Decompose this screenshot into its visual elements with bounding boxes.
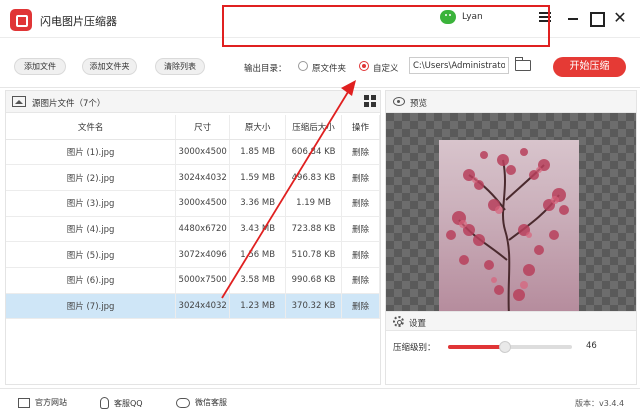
website-label: 官方网站 xyxy=(35,398,67,407)
monitor-icon xyxy=(18,397,30,408)
image-icon xyxy=(12,96,26,107)
original-size-cell: 1.59 MB xyxy=(229,164,287,191)
table-row[interactable]: 图片 (5).jpg 3072x4096 1.56 MB 510.78 KB 删除 xyxy=(6,241,380,268)
original-size-cell: 3.58 MB xyxy=(229,267,287,294)
settings-title: 设置 xyxy=(409,319,427,329)
compressed-size-cell: 1.19 MB xyxy=(285,190,343,217)
delete-button[interactable]: 删除 xyxy=(341,241,380,268)
table-row[interactable]: 图片 (7).jpg 3024x4032 1.23 MB 370.32 KB 删除 xyxy=(6,293,380,320)
close-icon[interactable]: ✕ xyxy=(612,10,628,26)
preview-panel: 预览 设置 压缩级别： 46 xyxy=(385,90,637,385)
file-list-title: 源图片文件（7个） xyxy=(32,99,106,109)
col-header-compressed-size[interactable]: 压缩后大小 xyxy=(285,115,343,140)
settings-header: 设置 xyxy=(386,311,636,331)
dimensions-cell: 3024x4032 xyxy=(175,293,231,320)
add-folder-button[interactable]: 添加文件夹 xyxy=(82,58,137,75)
table-row[interactable]: 图片 (2).jpg 3024x4032 1.59 MB 496.83 KB 删除 xyxy=(6,164,380,191)
output-dir-label: 输出目录： xyxy=(244,64,287,74)
dimensions-cell: 3024x4032 xyxy=(175,164,231,191)
qq-support-link[interactable]: 客服QQ xyxy=(100,397,143,409)
delete-button[interactable]: 删除 xyxy=(341,164,380,191)
start-compress-button[interactable]: 开始压缩 xyxy=(553,57,626,77)
preview-canvas xyxy=(386,113,636,315)
footer: 官方网站 客服QQ 微信客服 版本：v3.4.4 xyxy=(0,388,640,420)
dimensions-cell: 4480x6720 xyxy=(175,216,231,243)
add-file-button[interactable]: 添加文件 xyxy=(14,58,66,75)
preview-image xyxy=(439,140,579,315)
custom-folder-radio[interactable] xyxy=(359,61,369,71)
compressed-size-cell: 496.83 KB xyxy=(285,164,343,191)
eye-icon xyxy=(393,97,405,106)
dimensions-cell: 3072x4096 xyxy=(175,241,231,268)
table-row[interactable]: 图片 (3).jpg 3000x4500 3.36 MB 1.19 MB 删除 xyxy=(6,190,380,217)
file-list-header: 源图片文件（7个） xyxy=(6,91,380,113)
original-size-cell: 3.43 MB xyxy=(229,216,287,243)
qq-label: 客服QQ xyxy=(114,398,143,408)
original-size-cell: 3.36 MB xyxy=(229,190,287,217)
col-header-action: 操作 xyxy=(341,115,380,140)
preview-title: 预览 xyxy=(410,99,428,109)
col-header-original-size[interactable]: 原大小 xyxy=(229,115,287,140)
file-name-cell: 图片 (1).jpg xyxy=(6,139,177,166)
compressed-size-cell: 510.78 KB xyxy=(285,241,343,268)
app-logo-icon xyxy=(10,9,32,31)
annotation-highlight-box xyxy=(222,5,550,47)
cherry-blossom-image xyxy=(446,148,569,315)
compressed-size-cell: 606.84 KB xyxy=(285,139,343,166)
original-size-cell: 1.56 MB xyxy=(229,241,287,268)
minimize-icon[interactable] xyxy=(565,10,581,26)
maximize-icon[interactable] xyxy=(588,10,605,27)
file-name-cell: 图片 (4).jpg xyxy=(6,216,177,243)
file-list-panel: 源图片文件（7个） 文件名 尺寸 原大小 压缩后大小 操作 图片 (1).jpg… xyxy=(5,90,381,385)
table-row[interactable]: 图片 (1).jpg 3000x4500 1.85 MB 606.84 KB 删除 xyxy=(6,139,380,166)
delete-button[interactable]: 删除 xyxy=(341,190,380,217)
file-name-cell: 图片 (2).jpg xyxy=(6,164,177,191)
website-link[interactable]: 官方网站 xyxy=(18,397,67,408)
slider-fill xyxy=(448,345,506,349)
custom-folder-label[interactable]: 自定义 xyxy=(373,62,399,74)
delete-button[interactable]: 删除 xyxy=(341,216,380,243)
dimensions-cell: 3000x4500 xyxy=(175,139,231,166)
compression-level-slider[interactable] xyxy=(448,341,572,353)
delete-button[interactable]: 删除 xyxy=(341,267,380,294)
compressed-size-cell: 723.88 KB xyxy=(285,216,343,243)
version-label: 版本：v3.4.4 xyxy=(575,399,625,408)
wechat-support-link[interactable]: 微信客服 xyxy=(176,397,227,408)
table-row[interactable]: 图片 (6).jpg 5000x7500 3.58 MB 990.68 KB 删除 xyxy=(6,267,380,294)
file-name-cell: 图片 (5).jpg xyxy=(6,241,177,268)
output-path-input[interactable] xyxy=(409,57,509,74)
compressed-size-cell: 990.68 KB xyxy=(285,267,343,294)
delete-button[interactable]: 删除 xyxy=(341,293,380,320)
grid-view-icon[interactable] xyxy=(364,95,376,107)
browse-folder-icon[interactable] xyxy=(515,57,531,71)
col-header-filename[interactable]: 文件名 xyxy=(6,115,177,140)
col-header-dimensions[interactable]: 尺寸 xyxy=(175,115,231,140)
file-name-cell: 图片 (6).jpg xyxy=(6,267,177,294)
table-header-row: 文件名 尺寸 原大小 压缩后大小 操作 xyxy=(6,115,380,140)
gear-icon xyxy=(393,316,404,327)
clear-list-button[interactable]: 清除列表 xyxy=(155,58,205,75)
slider-thumb[interactable] xyxy=(499,341,512,353)
wechat-icon xyxy=(176,397,190,408)
original-folder-label[interactable]: 原文件夹 xyxy=(312,62,346,74)
file-name-cell: 图片 (3).jpg xyxy=(6,190,177,217)
original-size-cell: 1.85 MB xyxy=(229,139,287,166)
dimensions-cell: 5000x7500 xyxy=(175,267,231,294)
original-folder-radio[interactable] xyxy=(298,61,308,71)
compressed-size-cell: 370.32 KB xyxy=(285,293,343,320)
qq-icon xyxy=(100,397,109,409)
table-row[interactable]: 图片 (4).jpg 4480x6720 3.43 MB 723.88 KB 删除 xyxy=(6,216,380,243)
compression-level-value: 46 xyxy=(586,341,597,351)
delete-button[interactable]: 删除 xyxy=(341,139,380,166)
wechat-label: 微信客服 xyxy=(195,398,227,407)
file-name-cell: 图片 (7).jpg xyxy=(6,293,177,320)
file-table: 文件名 尺寸 原大小 压缩后大小 操作 图片 (1).jpg 3000x4500 1… xyxy=(6,115,380,320)
dimensions-cell: 3000x4500 xyxy=(175,190,231,217)
preview-header: 预览 xyxy=(386,91,636,113)
original-size-cell: 1.23 MB xyxy=(229,293,287,320)
compression-level-label: 压缩级别： xyxy=(393,343,436,353)
app-title: 闪电图片压缩器 xyxy=(40,15,117,28)
